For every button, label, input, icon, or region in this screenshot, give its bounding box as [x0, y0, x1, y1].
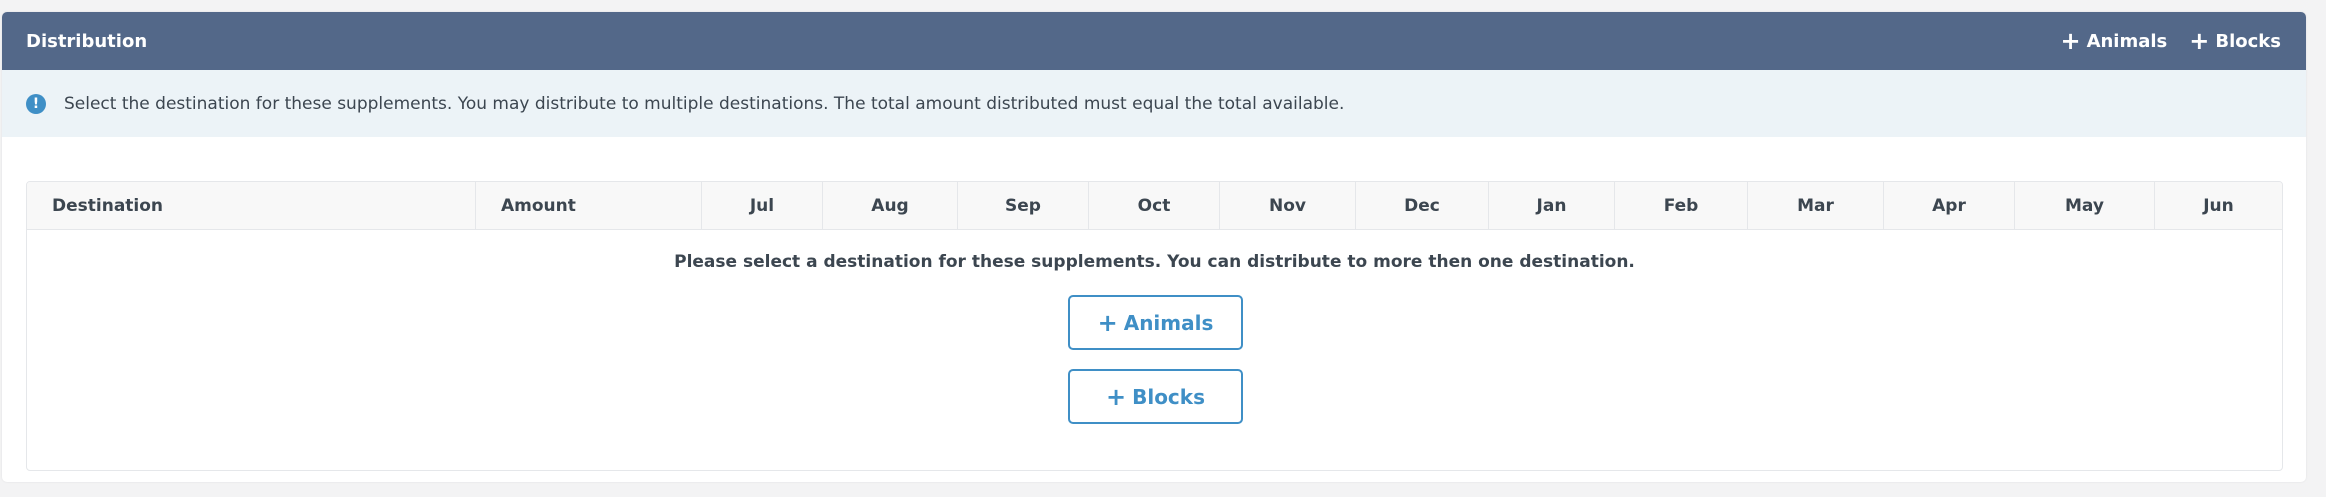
info-text: Select the destination for these supplem… [64, 93, 1345, 114]
distribution-panel: Distribution + Animals + Blocks ! Select… [2, 12, 2306, 482]
plus-icon: + [1105, 382, 1127, 411]
panel-title: Distribution [26, 30, 148, 52]
header-add-animals-label: Animals [2086, 30, 2168, 52]
empty-state-message: Please select a destination for these su… [674, 252, 1635, 272]
column-header-dec: Dec [1356, 182, 1489, 229]
column-header-jan: Jan [1489, 182, 1615, 229]
column-header-apr: Apr [1884, 182, 2015, 229]
header-add-blocks-button[interactable]: + Blocks [2189, 29, 2281, 53]
column-header-amount[interactable]: Amount [476, 182, 702, 229]
add-blocks-label: Blocks [1132, 384, 1205, 409]
header-actions: + Animals + Blocks [2060, 29, 2281, 53]
column-header-sep: Sep [958, 182, 1089, 229]
column-header-jun: Jun [2203, 195, 2234, 216]
column-header-may: May [2015, 182, 2155, 229]
column-header-jul: Jul [702, 182, 823, 229]
column-header-aug: Aug [823, 182, 958, 229]
plus-icon: + [2060, 27, 2081, 55]
column-header-destination[interactable]: Destination [27, 182, 476, 229]
column-header-oct: Oct [1089, 182, 1220, 229]
column-header-nov: Nov [1220, 182, 1356, 229]
column-header-feb: Feb [1615, 182, 1748, 229]
panel-header: Distribution + Animals + Blocks [2, 12, 2306, 70]
plus-icon: + [2189, 27, 2210, 55]
distribution-table: Destination Amount Jul Aug Sep Oct Nov D… [26, 181, 2283, 471]
info-alert: ! Select the destination for these suppl… [2, 70, 2306, 137]
plus-icon: + [1097, 308, 1118, 337]
column-header-mar: Mar [1748, 182, 1884, 229]
header-add-animals-button[interactable]: + Animals [2060, 29, 2167, 53]
add-blocks-button[interactable]: + Blocks [1068, 369, 1243, 424]
add-animals-label: Animals [1123, 310, 1214, 335]
add-animals-button[interactable]: + Animals [1068, 295, 1243, 350]
table-header: Destination Amount Jul Aug Sep Oct Nov D… [27, 182, 2282, 230]
info-icon: ! [26, 93, 46, 114]
header-add-blocks-label: Blocks [2215, 30, 2281, 52]
